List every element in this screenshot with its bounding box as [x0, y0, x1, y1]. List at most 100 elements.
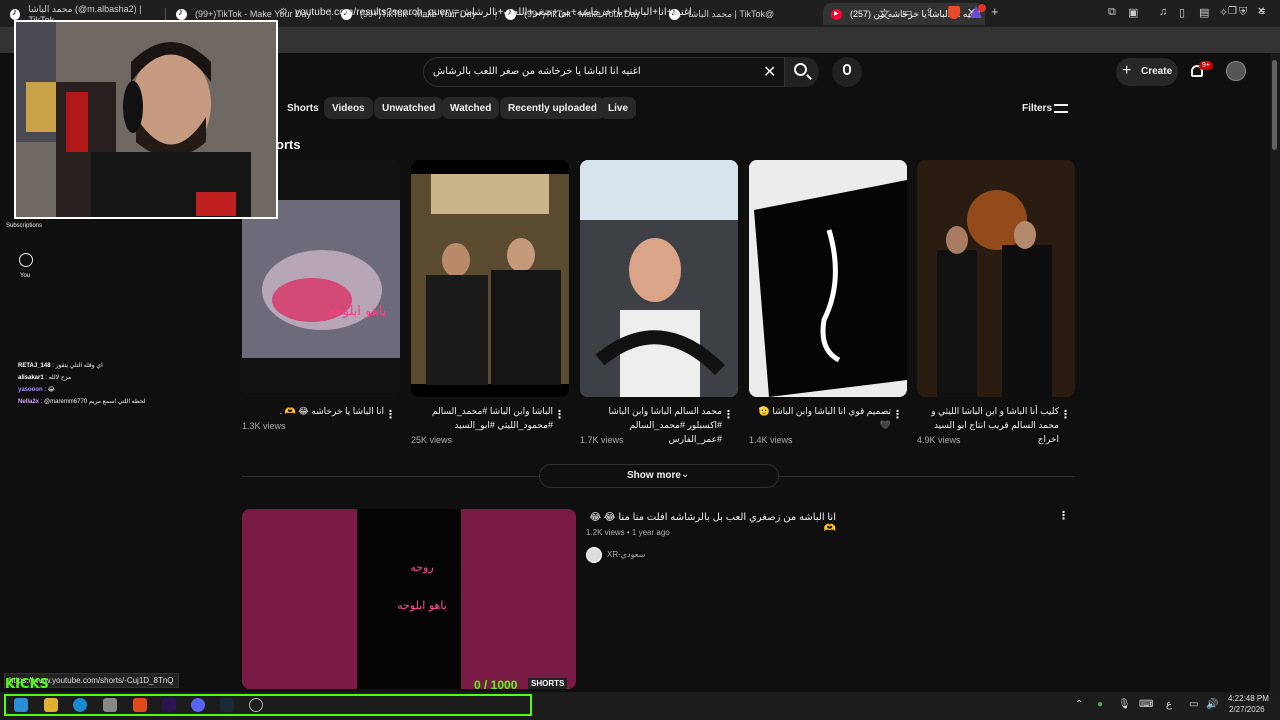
- chat-text: اي وقله التلي يتقوز: [55, 363, 103, 369]
- scrollbar-thumb[interactable]: [1272, 60, 1277, 150]
- short-thumbnail-image: [749, 160, 907, 397]
- more-options-icon[interactable]: ⋮: [385, 408, 396, 421]
- chat-username: alisakar1: [18, 375, 44, 381]
- video-meta: 1.2K views • 1 year ago: [586, 528, 670, 537]
- more-options-icon[interactable]: ⋮: [723, 408, 734, 421]
- microphone-tray-icon[interactable]: 🎙: [1118, 699, 1131, 710]
- sidebar-item-subscriptions[interactable]: Subscriptions: [6, 223, 42, 229]
- chip-videos[interactable]: Videos: [324, 97, 373, 119]
- shorts-heading: orts: [276, 137, 301, 152]
- chip-watched[interactable]: Watched: [442, 97, 500, 119]
- filters-icon[interactable]: [1054, 102, 1068, 114]
- obs-icon[interactable]: [249, 698, 263, 712]
- brave-shield-icon[interactable]: [948, 6, 960, 19]
- clock-date[interactable]: 2/27/2026: [1229, 705, 1265, 714]
- sidebar-icon[interactable]: ▯: [1179, 6, 1185, 19]
- video-thumbnail-image: روحه ياهو ابلوحه: [242, 509, 576, 689]
- short-thumbnail[interactable]: [749, 160, 907, 397]
- chat-username: Nella2x: [18, 399, 40, 405]
- chat-text: مزح لالله: [48, 375, 72, 381]
- thumbnail-text: روحه: [410, 561, 433, 574]
- app-tray-icon[interactable]: ●: [1097, 699, 1103, 710]
- search-icon[interactable]: [794, 63, 807, 76]
- tab-label: محمد الباشا | TikTok@: [688, 8, 775, 19]
- chat-username: RETAJ_148: [18, 363, 51, 369]
- clear-search-icon[interactable]: ✕: [763, 62, 776, 82]
- tab-separator: [165, 8, 166, 20]
- leo-icon[interactable]: ✧: [1219, 6, 1228, 19]
- short-thumbnail-image: [917, 160, 1075, 397]
- translate-icon[interactable]: 文: [879, 6, 890, 22]
- file-explorer-icon[interactable]: [44, 698, 58, 712]
- kicks-goal-label: KICKS: [5, 677, 49, 692]
- url-field[interactable]: youtube.com/results?search_query=اغنيه+ا…: [295, 7, 692, 18]
- chip-shorts[interactable]: Shorts: [279, 97, 327, 119]
- microphone-icon[interactable]: [843, 64, 851, 75]
- wallet-icon[interactable]: ▤: [1199, 6, 1209, 19]
- more-options-icon[interactable]: ⋮: [1058, 509, 1069, 522]
- maximize-icon[interactable]: ❐: [1228, 6, 1237, 17]
- kicks-goal-count: 0 / 1000: [474, 678, 518, 692]
- plus-icon: +: [1122, 62, 1132, 79]
- clock-time[interactable]: 4:22:48 PM: [1228, 694, 1269, 703]
- extensions-icon[interactable]: ⧉: [1108, 6, 1116, 19]
- short-thumbnail-image: [411, 174, 569, 385]
- new-tab-icon[interactable]: +: [991, 4, 999, 19]
- youtube-icon: [831, 8, 842, 20]
- calculator-icon[interactable]: [103, 698, 117, 712]
- media-icon[interactable]: ♫: [1159, 6, 1167, 18]
- short-thumbnail[interactable]: [411, 160, 569, 397]
- tab-label: (99+)TikTok - Make Your Day: [195, 9, 311, 19]
- cast-icon[interactable]: ▭: [902, 6, 912, 19]
- chat-message: RETAJ_148 : اي وقله التلي يتقوز: [18, 363, 103, 369]
- short-title[interactable]: انا الباشا يا خرخاشه 😂 🫶 .: [242, 404, 384, 418]
- short-thumbnail[interactable]: [580, 160, 738, 397]
- avatar[interactable]: [1226, 61, 1246, 81]
- tiktok-icon: [176, 7, 187, 20]
- steam-icon[interactable]: [220, 698, 234, 712]
- short-thumbnail[interactable]: [917, 160, 1075, 397]
- short-title[interactable]: تصميم قوي انا الباشا وابن الباشا 🫡🖤: [749, 404, 891, 432]
- tiktok-icon: [10, 7, 21, 20]
- user-icon[interactable]: [19, 253, 33, 267]
- chat-message: yasooon : 😂: [18, 387, 55, 393]
- chat-message: Nella2x : @maremm6770 لحظه اللتي اسمع مر…: [18, 399, 146, 405]
- premiere-icon[interactable]: [162, 698, 176, 712]
- screenshot-icon[interactable]: ▣: [1128, 6, 1138, 19]
- sidebar-item-you[interactable]: You: [20, 273, 30, 279]
- more-options-icon[interactable]: ⋮: [1060, 408, 1071, 421]
- more-options-icon[interactable]: ⋮: [554, 408, 565, 421]
- chat-text: 😂: [47, 387, 55, 393]
- filters-button[interactable]: Filters: [1022, 103, 1052, 114]
- webcam-image: [16, 22, 276, 217]
- keyboard-icon[interactable]: ⌨: [1139, 699, 1153, 710]
- language-indicator[interactable]: ع: [1166, 699, 1172, 710]
- discord-icon[interactable]: [191, 698, 205, 712]
- chip-recently-uploaded[interactable]: Recently uploaded: [500, 97, 605, 119]
- short-title[interactable]: الباشا وابن الباشا #محمد_السالم #محمود_ا…: [411, 404, 553, 432]
- stream-chat: RETAJ_148 : اي وقله التلي يتقوز alisakar…: [18, 360, 248, 408]
- more-options-icon[interactable]: ⋮: [892, 408, 903, 421]
- channel-name[interactable]: XR-سعودي: [607, 550, 645, 559]
- chip-unwatched[interactable]: Unwatched: [374, 97, 444, 119]
- brave-icon[interactable]: [133, 698, 147, 712]
- chip-live[interactable]: Live: [600, 97, 637, 119]
- chevron-up-icon[interactable]: ⌃: [1075, 699, 1083, 710]
- video-thumbnail[interactable]: روحه ياهو ابلوحه: [242, 509, 576, 689]
- channel-avatar[interactable]: [586, 547, 602, 563]
- search-query[interactable]: اغنيه انا الباشا يا خرخاشه من صغر اللعب …: [433, 66, 641, 77]
- chevron-down-icon: ⌄: [681, 469, 690, 480]
- windows-start-icon[interactable]: [14, 698, 28, 712]
- vpn-icon[interactable]: ⛨: [1239, 6, 1247, 19]
- webcam-overlay: [14, 20, 278, 219]
- short-views: 4.9K views: [917, 435, 961, 445]
- site-settings-icon[interactable]: ⚙: [279, 7, 288, 18]
- share-icon[interactable]: ⇪: [925, 6, 934, 19]
- menu-icon[interactable]: ≡: [1259, 6, 1265, 18]
- edge-icon[interactable]: [73, 698, 87, 712]
- show-more-label: Show more: [627, 470, 681, 481]
- volume-icon[interactable]: 🔊: [1206, 699, 1218, 710]
- notification-dot-icon: [978, 4, 986, 12]
- network-icon[interactable]: ▭: [1189, 699, 1198, 710]
- create-label: Create: [1141, 66, 1173, 77]
